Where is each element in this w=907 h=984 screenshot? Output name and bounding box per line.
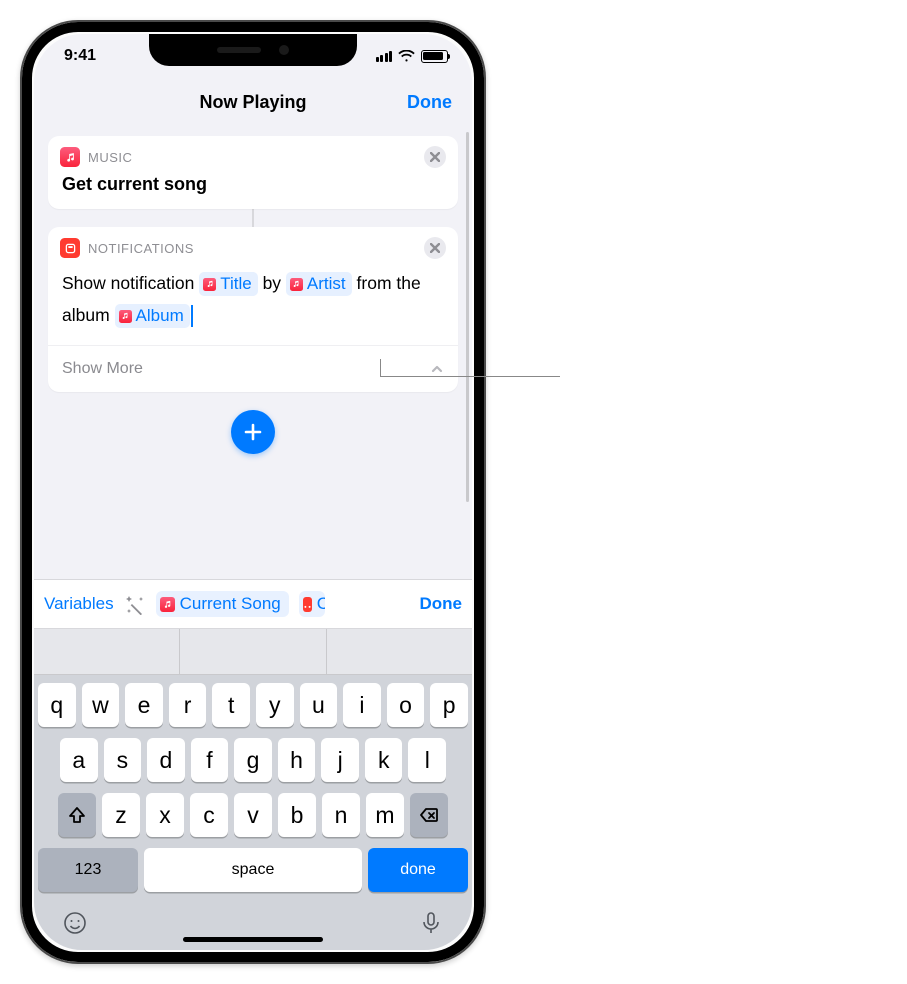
key-k[interactable]: k [365,738,403,782]
action-show-notification[interactable]: NOTIFICATIONS Show notification Title by… [48,227,458,392]
keyboard-bottom-bar [34,898,472,950]
magic-variable-button[interactable] [124,593,146,615]
show-more-button[interactable]: Show More [48,345,458,392]
nav-bar: Now Playing Done [34,78,472,126]
key-f[interactable]: f [191,738,229,782]
key-m[interactable]: m [366,793,404,837]
variable-token-artist[interactable]: Artist [286,272,352,296]
key-g[interactable]: g [234,738,272,782]
remove-action-button[interactable] [424,146,446,168]
autocomplete-bar [34,629,472,675]
notch [149,34,357,66]
action-category-label: MUSIC [88,150,132,165]
action-get-current-song[interactable]: MUSIC Get current song [48,136,458,209]
autocomplete-slot[interactable] [180,629,326,674]
key-l[interactable]: l [408,738,446,782]
key-b[interactable]: b [278,793,316,837]
variable-token-album[interactable]: Album [115,304,190,328]
variable-chip-clipboard[interactable]: Clipboard [299,591,325,617]
key-c[interactable]: c [190,793,228,837]
key-x[interactable]: x [146,793,184,837]
key-p[interactable]: p [430,683,468,727]
music-icon [119,310,132,323]
scissors-icon [303,597,312,612]
key-i[interactable]: i [343,683,381,727]
cellular-signal-icon [376,51,393,62]
variables-button[interactable]: Variables [44,594,114,614]
action-connector [48,209,458,227]
key-a[interactable]: a [60,738,98,782]
space-key[interactable]: space [144,848,362,892]
wifi-icon [398,50,415,63]
callout-line [380,376,560,377]
key-e[interactable]: e [125,683,163,727]
variable-token-title[interactable]: Title [199,272,258,296]
key-q[interactable]: q [38,683,76,727]
page-title: Now Playing [199,92,306,113]
notification-body-field[interactable]: Show notification Title by Artist from t… [48,263,458,345]
key-h[interactable]: h [278,738,316,782]
shortcut-editor: MUSIC Get current song NOTIFICATIONS [34,126,472,579]
notifications-app-icon [60,238,80,258]
variable-suggestions-bar: Variables Current Song Clipboard Done [34,579,472,629]
key-t[interactable]: t [212,683,250,727]
key-n[interactable]: n [322,793,360,837]
status-time: 9:41 [64,47,96,65]
iphone-frame: 9:41 Now Playing Done [20,20,486,964]
nav-done-button[interactable]: Done [407,92,452,113]
emoji-key[interactable] [62,910,88,941]
shift-key[interactable] [58,793,96,837]
key-u[interactable]: u [300,683,338,727]
backspace-key[interactable] [410,793,448,837]
home-indicator[interactable] [183,937,323,942]
key-z[interactable]: z [102,793,140,837]
numbers-key[interactable]: 123 [38,848,138,892]
music-icon [290,278,303,291]
action-title: Get current song [48,172,458,209]
music-app-icon [60,147,80,167]
battery-icon [421,50,448,63]
keyboard-done-button[interactable]: Done [420,594,463,614]
remove-action-button[interactable] [424,237,446,259]
variable-chip-current-song[interactable]: Current Song [156,591,289,617]
key-s[interactable]: s [104,738,142,782]
add-action-button[interactable] [231,410,275,454]
music-icon [160,597,175,612]
key-r[interactable]: r [169,683,207,727]
music-icon [203,278,216,291]
dictation-key[interactable] [418,910,444,941]
scroll-indicator[interactable] [466,132,469,502]
chevron-up-icon [430,362,444,376]
return-key[interactable]: done [368,848,468,892]
key-d[interactable]: d [147,738,185,782]
side-power-button [484,232,486,332]
key-w[interactable]: w [82,683,120,727]
screen: 9:41 Now Playing Done [34,34,472,950]
action-category-label: NOTIFICATIONS [88,241,194,256]
key-v[interactable]: v [234,793,272,837]
side-volume-down [20,310,22,372]
keyboard: qwertyuiop asdfghjkl zxcvbnm 123 space d… [34,675,472,898]
side-mute-switch [20,172,22,206]
autocomplete-slot[interactable] [327,629,472,674]
side-volume-up [20,232,22,294]
action-verb: Show notification [62,273,194,293]
key-j[interactable]: j [321,738,359,782]
key-y[interactable]: y [256,683,294,727]
key-o[interactable]: o [387,683,425,727]
text-cursor [191,305,193,327]
autocomplete-slot[interactable] [34,629,180,674]
